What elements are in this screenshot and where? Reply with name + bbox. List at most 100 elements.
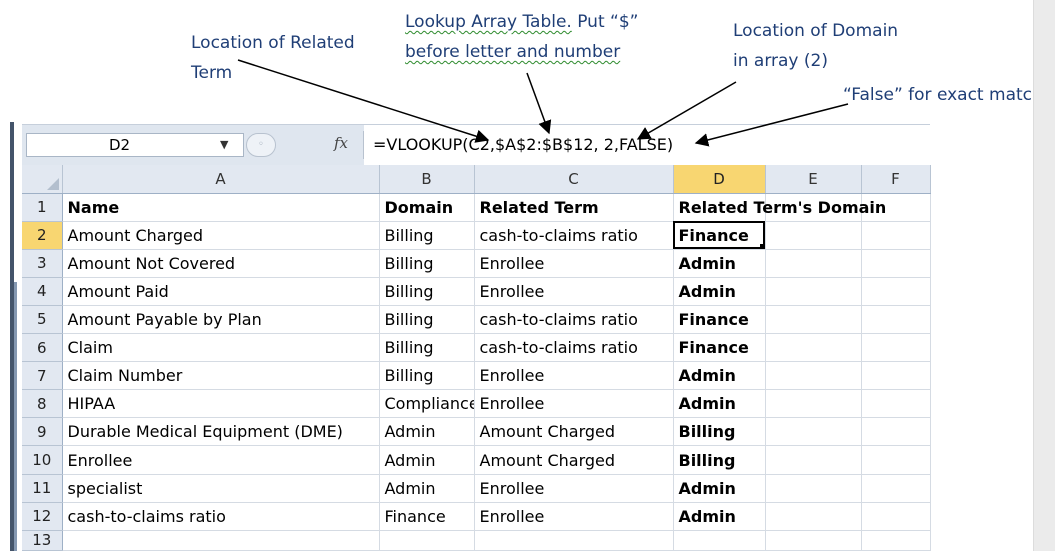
row-header[interactable]: 13 [22,530,63,551]
cell[interactable] [861,502,931,531]
cell[interactable]: Billing [673,417,766,447]
cell[interactable]: Billing [379,333,475,363]
row-header[interactable]: 9 [22,417,63,447]
row-header[interactable]: 3 [22,249,63,278]
select-all-corner[interactable] [22,165,63,194]
row-header[interactable]: 2 [22,221,63,250]
cell[interactable]: Admin [673,277,766,306]
row-header[interactable]: 4 [22,277,63,306]
active-cell[interactable]: Finance [673,221,766,250]
cell[interactable] [765,417,862,447]
cell[interactable]: Enrollee [474,249,674,278]
cell[interactable]: Related Term [474,193,674,222]
cell[interactable] [765,361,862,391]
cell[interactable] [861,221,931,250]
cell[interactable] [861,389,931,419]
cell[interactable] [673,530,766,551]
expand-handle-icon[interactable]: ◦ [246,133,276,157]
row-header[interactable]: 1 [22,193,63,222]
cell[interactable] [765,305,862,335]
cell[interactable] [861,445,931,475]
cell[interactable] [765,389,862,419]
insert-function-icon[interactable]: fx [334,134,348,152]
row-header[interactable]: 6 [22,333,63,363]
cell[interactable]: Enrollee [474,389,674,419]
column-header-b[interactable]: B [379,165,475,194]
name-box[interactable]: D2 ▼ [26,133,244,157]
cell[interactable]: Amount Not Covered [62,249,380,278]
cell[interactable]: Admin [673,474,766,503]
cell[interactable]: cash-to-claims ratio [62,502,380,531]
cell[interactable] [765,474,862,503]
cell[interactable]: cash-to-claims ratio [474,333,674,363]
formula-input[interactable]: =VLOOKUP(C2,$A$2:$B$12, 2,FALSE) [364,125,930,165]
cell[interactable]: Compliance [379,389,475,419]
cell[interactable]: Enrollee [474,474,674,503]
cell[interactable] [765,221,862,250]
cell[interactable] [765,445,862,475]
cell[interactable]: Name [62,193,380,222]
chevron-down-icon[interactable]: ▼ [220,134,228,156]
column-header-f[interactable]: F [861,165,931,194]
cell[interactable]: Admin [673,249,766,278]
row-header[interactable]: 10 [22,445,63,475]
cell[interactable]: cash-to-claims ratio [474,305,674,335]
cell[interactable]: Related Term's Domain [673,193,886,222]
cell[interactable]: Billing [379,249,475,278]
row-header[interactable]: 5 [22,305,63,335]
cell[interactable]: Amount Charged [474,445,674,475]
cell[interactable] [861,333,931,363]
cell[interactable] [62,530,380,551]
cell[interactable] [861,305,931,335]
column-header-d[interactable]: D [673,165,766,194]
cell[interactable]: Claim Number [62,361,380,391]
cell[interactable] [474,530,674,551]
cell[interactable] [861,474,931,503]
cell[interactable]: Admin [379,445,475,475]
cell[interactable]: Admin [673,389,766,419]
cell[interactable]: Billing [379,305,475,335]
cell[interactable]: HIPAA [62,389,380,419]
cell[interactable]: Enrollee [62,445,380,475]
row-header[interactable]: 7 [22,361,63,391]
cell[interactable]: Admin [673,502,766,531]
cell[interactable]: cash-to-claims ratio [474,221,674,250]
column-header-e[interactable]: E [765,165,862,194]
column-header-a[interactable]: A [62,165,380,194]
cell[interactable] [765,530,862,551]
cell[interactable] [861,249,931,278]
cell[interactable] [861,530,931,551]
cell[interactable]: Finance [673,333,766,363]
column-header-c[interactable]: C [474,165,674,194]
row-header[interactable]: 12 [22,502,63,531]
cell[interactable]: Amount Charged [62,221,380,250]
cell[interactable]: Billing [379,361,475,391]
cell[interactable]: Amount Paid [62,277,380,306]
cell[interactable] [765,277,862,306]
cell[interactable]: Enrollee [474,277,674,306]
cell[interactable] [861,417,931,447]
cell[interactable]: Billing [673,445,766,475]
cell[interactable]: Admin [673,361,766,391]
cell[interactable]: Finance [379,502,475,531]
cell[interactable]: Enrollee [474,502,674,531]
cell[interactable] [765,502,862,531]
cell[interactable] [861,361,931,391]
cell[interactable]: Admin [379,417,475,447]
cell[interactable]: Billing [379,277,475,306]
cell[interactable]: Domain [379,193,475,222]
row-header[interactable]: 11 [22,474,63,503]
cell[interactable] [765,249,862,278]
cell[interactable]: Durable Medical Equipment (DME) [62,417,380,447]
row-header[interactable]: 8 [22,389,63,419]
cell[interactable]: Enrollee [474,361,674,391]
cell[interactable]: Finance [673,305,766,335]
cell[interactable]: Amount Payable by Plan [62,305,380,335]
cell[interactable]: Admin [379,474,475,503]
cell[interactable] [379,530,475,551]
cell[interactable]: Billing [379,221,475,250]
cell[interactable]: Amount Charged [474,417,674,447]
cell[interactable] [765,333,862,363]
cell[interactable]: specialist [62,474,380,503]
cell[interactable]: Claim [62,333,380,363]
